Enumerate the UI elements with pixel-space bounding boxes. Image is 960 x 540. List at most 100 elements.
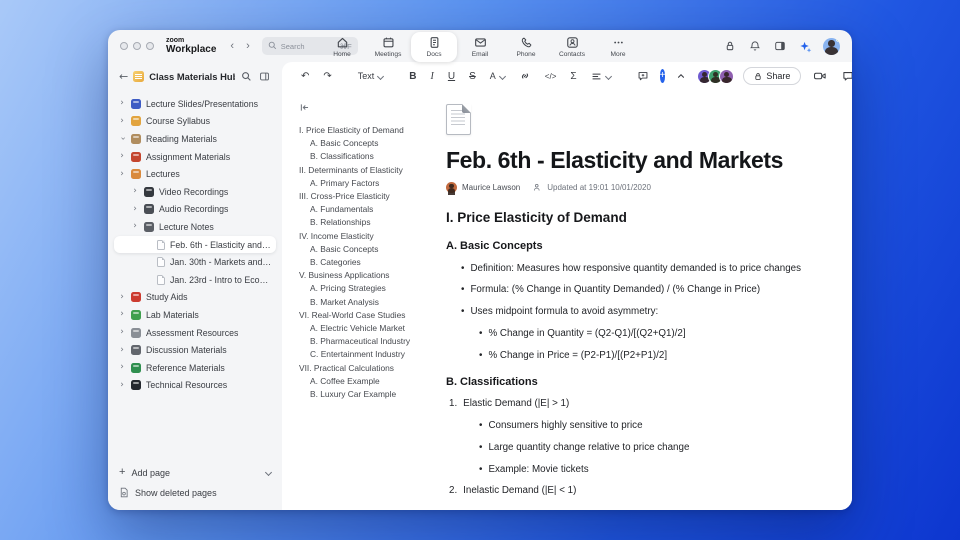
maximize-window-button[interactable] <box>146 42 154 50</box>
tab-contacts[interactable]: Contacts <box>549 32 595 61</box>
sidebar-item-lab-materials[interactable]: › Lab Materials <box>114 306 276 324</box>
comment-button[interactable] <box>634 68 652 84</box>
outline-item-b-pharmaceutical-industry[interactable]: B. Pharmaceutical Industry <box>299 335 430 348</box>
outline-item-a-pricing-strategies[interactable]: A. Pricing Strategies <box>299 282 430 295</box>
undo-button[interactable]: ↶ <box>298 69 312 84</box>
outline-item-a-basic-concepts[interactable]: A. Basic Concepts <box>299 137 430 150</box>
collapse-outline-icon[interactable] <box>299 100 311 118</box>
ai-companion-sparkle-icon[interactable] <box>798 39 812 53</box>
tab-home[interactable]: Home <box>319 32 365 61</box>
outline-item-a-basic-concepts[interactable]: A. Basic Concepts <box>299 243 430 256</box>
sidebar-item-reference-materials[interactable]: › Reference Materials <box>114 359 276 377</box>
chevron-right-icon[interactable]: › <box>118 116 126 126</box>
chevron-right-icon[interactable]: › <box>118 310 126 319</box>
outline-item-i-price-elasticity-of-demand[interactable]: I. Price Elasticity of Demand <box>299 124 430 137</box>
chevron-right-icon[interactable]: › <box>131 204 139 214</box>
sidebar-item-audio-recordings[interactable]: › Audio Recordings <box>114 201 276 219</box>
outline-item-a-primary-factors[interactable]: A. Primary Factors <box>299 177 430 190</box>
tab-email[interactable]: Email <box>457 32 503 61</box>
numbered-item[interactable]: 1. Elastic Demand (|E| > 1) <box>446 398 804 409</box>
underline-button[interactable]: U <box>448 71 455 82</box>
numbered-item[interactable]: 2. Inelastic Demand (|E| < 1) <box>446 485 804 496</box>
heading-a-basic-concepts[interactable]: A. Basic Concepts <box>446 240 804 252</box>
sidebar-item-jan-23rd-intro-to-econo[interactable]: Jan. 23rd - Intro to Econo... <box>114 271 276 289</box>
outline-item-b-classifications[interactable]: B. Classifications <box>299 150 430 163</box>
outline-item-ii-determinants-of-elasticity[interactable]: II. Determinants of Elasticity <box>299 164 430 177</box>
sidebar-item-assignment-materials[interactable]: › Assignment Materials <box>114 148 276 166</box>
outline-item-c-entertainment-industry[interactable]: C. Entertainment Industry <box>299 348 430 361</box>
sidebar-item-jan-30th-markets-and-p[interactable]: Jan. 30th - Markets and P... <box>114 253 276 271</box>
close-window-button[interactable] <box>120 42 128 50</box>
insert-block-button[interactable]: + <box>659 69 666 83</box>
sidebar-back-icon[interactable]: ← <box>119 70 128 83</box>
sidebar-item-assessment-resources[interactable]: › Assessment Resources <box>114 324 276 342</box>
equation-button[interactable]: Σ <box>567 69 579 84</box>
sidebar-item-discussion-materials[interactable]: › Discussion Materials <box>114 341 276 359</box>
chevron-right-icon[interactable]: › <box>118 363 126 372</box>
text-color-dropdown[interactable]: A <box>487 69 508 83</box>
user-avatar[interactable] <box>823 37 840 55</box>
lock-icon[interactable] <box>723 39 737 53</box>
chevron-right-icon[interactable]: › <box>118 328 126 337</box>
link-button[interactable] <box>516 68 534 84</box>
collaborator-avatars[interactable] <box>697 68 735 84</box>
document-page[interactable]: Feb. 6th - Elasticity and Markets Mauric… <box>434 90 852 510</box>
sidebar-item-reading-materials[interactable]: › Reading Materials <box>114 130 276 148</box>
sidebar-item-feb-6th-elasticity-and-m[interactable]: Feb. 6th - Elasticity and M... <box>114 235 276 254</box>
bullet-item[interactable]: • Consumers highly sensitive to price <box>446 420 804 431</box>
chevron-right-icon[interactable]: › <box>118 169 126 179</box>
chevron-down-icon[interactable]: › <box>118 135 128 143</box>
add-page-button[interactable]: + Add page <box>119 467 273 478</box>
bullet-item[interactable]: • Large quantity change relative to price… <box>446 442 804 453</box>
collaborator-avatar-3[interactable] <box>719 68 735 84</box>
sidebar-item-lectures[interactable]: › Lectures <box>114 165 276 183</box>
outline-item-b-categories[interactable]: B. Categories <box>299 256 430 269</box>
outline-item-vi-real-world-case-studies[interactable]: VI. Real-World Case Studies <box>299 309 430 322</box>
chevron-down-icon[interactable] <box>264 468 273 477</box>
chevron-right-icon[interactable]: › <box>118 380 126 390</box>
outline-item-a-coffee-example[interactable]: A. Coffee Example <box>299 375 430 388</box>
sidebar-item-study-aids[interactable]: › Study Aids <box>114 289 276 307</box>
align-dropdown[interactable] <box>588 69 614 84</box>
nav-forward-button[interactable]: › <box>246 40 250 52</box>
outline-item-b-luxury-car-example[interactable]: B. Luxury Car Example <box>299 388 430 401</box>
tab-more[interactable]: More <box>595 32 641 61</box>
chevron-right-icon[interactable]: › <box>131 222 139 231</box>
chevron-right-icon[interactable]: › <box>118 152 126 161</box>
bullet-item[interactable]: • % Change in Quantity = (Q2-Q1)/[(Q2+Q1)… <box>446 328 804 339</box>
bullet-item[interactable]: • Formula: (% Change in Quantity Demanded… <box>446 284 804 295</box>
chat-icon[interactable] <box>839 68 852 84</box>
italic-button[interactable]: I <box>431 71 434 82</box>
bullet-item[interactable]: • Example: Movie tickets <box>446 464 804 475</box>
redo-button[interactable]: ↷ <box>320 69 334 84</box>
document-title[interactable]: Feb. 6th - Elasticity and Markets <box>446 147 804 174</box>
tab-meetings[interactable]: Meetings <box>365 32 411 61</box>
bullet-item[interactable]: • % Change in Price = (P2-P1)/[(P2+P1)/2] <box>446 350 804 361</box>
strikethrough-button[interactable]: S <box>469 71 476 82</box>
show-deleted-pages-button[interactable]: Show deleted pages <box>119 487 271 498</box>
sidebar-search-icon[interactable] <box>240 70 253 83</box>
video-call-icon[interactable] <box>810 68 830 84</box>
bullet-item[interactable]: • Uses midpoint formula to avoid asymmetr… <box>446 306 804 317</box>
chevron-right-icon[interactable]: › <box>131 187 139 196</box>
outline-item-iii-cross-price-elasticity[interactable]: III. Cross-Price Elasticity <box>299 190 430 203</box>
bold-button[interactable]: B <box>409 71 416 82</box>
sidebar-item-technical-resources[interactable]: › Technical Resources <box>114 377 276 395</box>
collapse-toolbar-button[interactable] <box>673 69 689 83</box>
outline-item-b-relationships[interactable]: B. Relationships <box>299 216 430 229</box>
bullet-item[interactable]: • Definition: Measures how responsive qua… <box>446 263 804 274</box>
heading-b-classifications[interactable]: B. Classifications <box>446 376 804 388</box>
side-panel-icon[interactable] <box>773 39 787 53</box>
tab-docs[interactable]: Docs <box>411 32 457 62</box>
outline-item-iv-income-elasticity[interactable]: IV. Income Elasticity <box>299 230 430 243</box>
outline-item-b-market-analysis[interactable]: B. Market Analysis <box>299 296 430 309</box>
share-button[interactable]: Share <box>743 67 802 85</box>
chevron-right-icon[interactable]: › <box>118 292 126 302</box>
outline-item-v-business-applications[interactable]: V. Business Applications <box>299 269 430 282</box>
tab-phone[interactable]: Phone <box>503 32 549 61</box>
chevron-right-icon[interactable]: › <box>118 345 126 355</box>
sidebar-item-lecture-notes[interactable]: › Lecture Notes <box>114 218 276 236</box>
sidebar-item-lecture-slides-presentations[interactable]: › Lecture Slides/Presentations <box>114 95 276 113</box>
outline-item-a-fundamentals[interactable]: A. Fundamentals <box>299 203 430 216</box>
heading-i-price-elasticity-of-demand[interactable]: I. Price Elasticity of Demand <box>446 210 804 225</box>
